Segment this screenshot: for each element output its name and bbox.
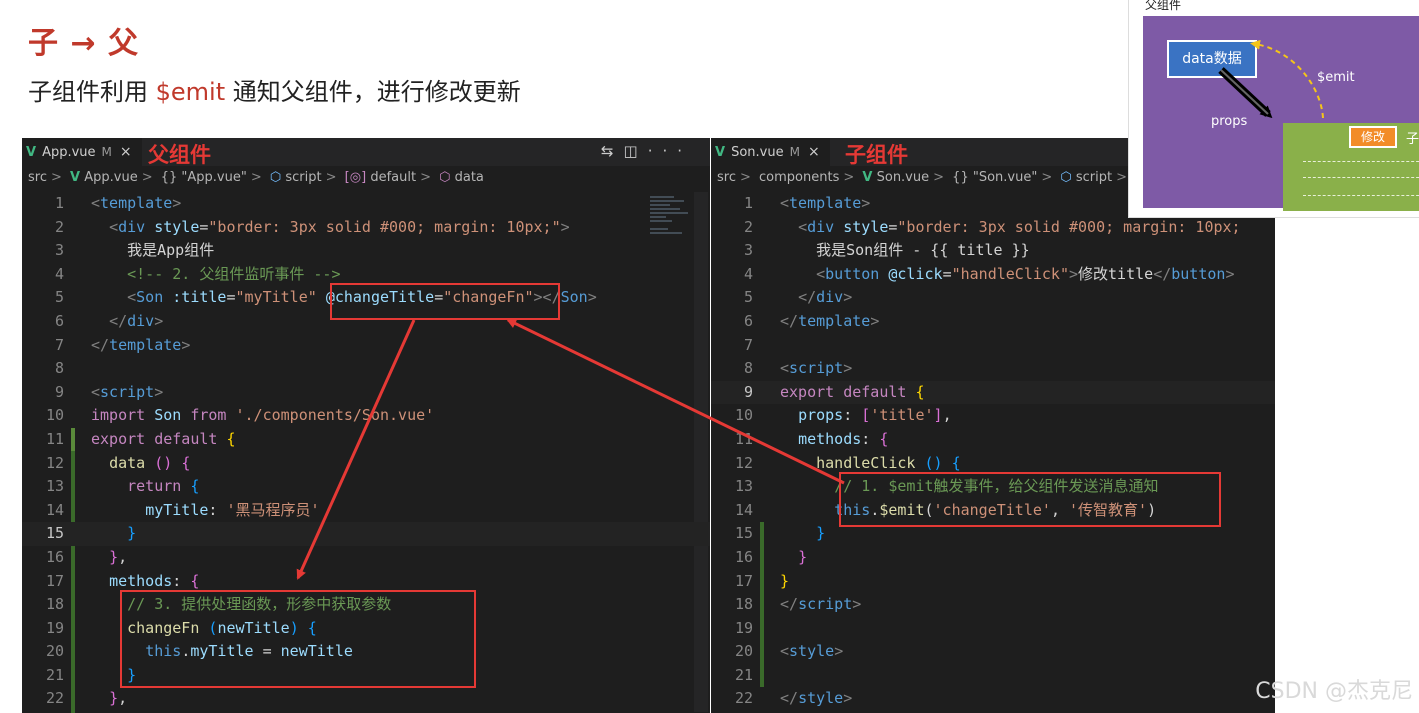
code-line: 11 export default { bbox=[45, 429, 236, 448]
code-line: 16 } bbox=[734, 547, 808, 566]
vue-icon: V bbox=[26, 144, 37, 160]
breadcrumb-item[interactable]: src bbox=[28, 170, 47, 185]
code-line: 6 </template> bbox=[743, 311, 880, 330]
diagram-title: 父组件 bbox=[1145, 0, 1182, 12]
code-line: 22 </style> bbox=[734, 689, 853, 708]
split-editor-icon[interactable]: ◫ bbox=[624, 142, 648, 160]
modified-indicator: M bbox=[789, 145, 800, 159]
module-icon: [◎] bbox=[344, 170, 367, 185]
parent-annotation: 父组件 bbox=[148, 143, 211, 167]
code-line: 10 props: ['title'], bbox=[734, 406, 952, 425]
code-line: 14 myTitle: '黑马程序员' bbox=[45, 500, 320, 519]
breadcrumb-item[interactable]: App.vue bbox=[84, 170, 137, 185]
code-line: 18 </script> bbox=[734, 595, 862, 614]
code-line: 2 <div style="border: 3px solid #000; ma… bbox=[54, 217, 570, 236]
code-line: 16 }, bbox=[45, 547, 128, 566]
vue-icon: V bbox=[70, 170, 81, 185]
breadcrumb-item[interactable]: default bbox=[370, 170, 416, 185]
child-label: 子组 bbox=[1405, 132, 1419, 147]
code-line: 19 bbox=[734, 618, 753, 637]
compare-icon[interactable]: ⇆ bbox=[601, 142, 624, 160]
code-line: 8 bbox=[54, 359, 64, 378]
property-icon: ⬡ bbox=[439, 170, 451, 185]
emit-highlight bbox=[839, 472, 1221, 527]
code-line: 11 methods: { bbox=[734, 429, 889, 448]
vue-icon: V bbox=[715, 144, 726, 160]
listener-highlight bbox=[330, 283, 560, 320]
code-line: 8 <script> bbox=[743, 359, 853, 378]
code-line: 15 } bbox=[22, 522, 710, 546]
tab-son-vue[interactable]: V Son.vue M × bbox=[711, 138, 830, 166]
more-icon[interactable]: ··· bbox=[648, 142, 692, 160]
subline-post: 通知父组件，进行修改更新 bbox=[225, 78, 521, 106]
vue-icon: V bbox=[862, 170, 873, 185]
breadcrumb-item[interactable]: src bbox=[717, 170, 736, 185]
code-line: 17} bbox=[734, 571, 790, 590]
watermark: CSDN @杰克尼 bbox=[1255, 679, 1413, 704]
slide-subline: 子组件利用 $emit 通知父组件，进行修改更新 bbox=[28, 72, 521, 107]
code-line: 2 <div style="border: 3px solid #000; ma… bbox=[743, 217, 1241, 236]
data-flow-diagram: 父组件 data数据 props $emit 修改 子组 bbox=[1128, 0, 1419, 218]
child-component-box: 修改 子组 bbox=[1283, 123, 1419, 211]
code-line: 12 data () { bbox=[45, 453, 191, 472]
close-icon[interactable]: × bbox=[120, 144, 132, 160]
breadcrumb-item[interactable]: {} "Son.vue" bbox=[952, 170, 1037, 185]
code-line: 7 </template> bbox=[54, 335, 191, 354]
breadcrumb-item[interactable]: components bbox=[759, 170, 839, 185]
code-line: 22 }, bbox=[45, 689, 128, 708]
code-line: 21 bbox=[734, 665, 753, 684]
slide-heading: 子 → 父 bbox=[28, 26, 140, 61]
code-line: 10 import Son from './components/Son.vue' bbox=[45, 406, 435, 425]
breadcrumb-item[interactable]: script bbox=[285, 170, 321, 185]
code-line: 9 <script> bbox=[54, 382, 164, 401]
subline-accent: $emit bbox=[155, 78, 226, 106]
subline-pre: 子组件利用 bbox=[28, 78, 156, 106]
script-icon: ⬡ bbox=[269, 170, 282, 185]
close-icon[interactable]: × bbox=[808, 144, 820, 160]
editor-actions: ⇆◫··· bbox=[601, 142, 692, 160]
code-line: 9 export default { bbox=[711, 380, 1275, 405]
parent-component-box: data数据 props $emit 修改 子组 bbox=[1143, 16, 1419, 211]
code-line: 1 <template> bbox=[54, 194, 182, 212]
code-area[interactable]: 1 <template> 2 <div style="border: 3px so… bbox=[711, 192, 1275, 711]
code-line: 7 bbox=[743, 335, 753, 354]
tab-bar: V App.vue M × 父组件 ⇆◫··· bbox=[22, 138, 710, 167]
modified-indicator: M bbox=[101, 145, 112, 159]
script-icon: ⬡ bbox=[1060, 170, 1072, 185]
tab-label: App.vue bbox=[42, 144, 96, 160]
code-line: 3 我是Son组件 - {{ title }} bbox=[743, 241, 1030, 260]
breadcrumb-item[interactable]: data bbox=[455, 170, 484, 185]
breadcrumb: src > V App.vue > {} "App.vue" > ⬡ script > … bbox=[28, 170, 484, 185]
modify-button: 修改 bbox=[1349, 126, 1397, 148]
code-line: 3 我是App组件 bbox=[54, 241, 215, 260]
breadcrumb-item[interactable]: Son.vue bbox=[877, 170, 930, 185]
tab-app-vue[interactable]: V App.vue M × bbox=[22, 138, 142, 166]
code-line: 5 </div> bbox=[743, 288, 853, 307]
code-line: 4 <button @click="handleClick">修改title</… bbox=[743, 264, 1235, 283]
handler-highlight bbox=[120, 590, 476, 688]
breadcrumb-item[interactable]: script bbox=[1076, 170, 1112, 185]
tab-label: Son.vue bbox=[731, 144, 784, 160]
code-line: 13 return { bbox=[45, 477, 200, 496]
son-vue-editor: V Son.vue M × 子组件 src > components > V Son… bbox=[711, 138, 1275, 713]
code-line: 20 <style> bbox=[734, 642, 844, 661]
breadcrumb-item[interactable]: {} "App.vue" bbox=[161, 170, 247, 185]
child-annotation: 子组件 bbox=[845, 143, 908, 167]
